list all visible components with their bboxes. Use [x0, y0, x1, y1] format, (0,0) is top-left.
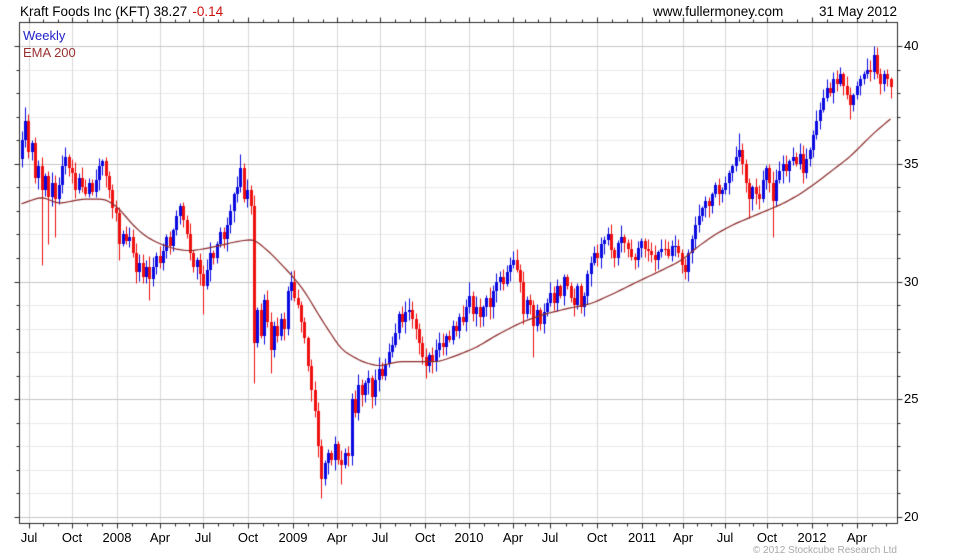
x-tick-label: 2012: [797, 530, 827, 545]
x-tick-label: Oct: [414, 530, 436, 545]
chart-page: Kraft Foods Inc (KFT) 38.27 -0.14 www.ful…: [0, 0, 980, 560]
x-tick-label: Oct: [756, 530, 778, 545]
x-tick-label: 2010: [454, 530, 484, 545]
x-tick-label: 2009: [278, 530, 308, 545]
x-tick-label: Apr: [672, 530, 694, 545]
x-tick-label: Jul: [371, 530, 389, 545]
x-tick-label: Apr: [326, 530, 348, 545]
legend-weekly-label: Weekly: [23, 28, 66, 43]
price-change: -0.14: [192, 4, 224, 19]
y-tick-label: 20: [904, 509, 919, 524]
price-chart-canvas: [0, 0, 980, 560]
x-tick-label: Apr: [846, 530, 868, 545]
x-tick-label: Oct: [61, 530, 83, 545]
x-tick-label: Apr: [149, 530, 171, 545]
y-tick-label: 30: [904, 274, 919, 289]
report-date: 31 May 2012: [818, 4, 897, 19]
x-tick-label: Jul: [194, 530, 212, 545]
x-tick-label: Apr: [502, 530, 524, 545]
x-tick-label: Oct: [237, 530, 259, 545]
copyright-text: © 2012 Stockcube Research Ltd: [752, 545, 897, 556]
x-tick-label: Jul: [20, 530, 38, 545]
page-title: Kraft Foods Inc (KFT) 38.27 -0.14: [20, 4, 223, 19]
y-tick-label: 25: [904, 391, 919, 406]
website-link[interactable]: www.fullermoney.com: [653, 4, 783, 19]
y-tick-label: 40: [904, 38, 919, 53]
legend-ema-label: EMA 200: [23, 45, 76, 60]
x-tick-label: 2011: [628, 530, 656, 545]
x-tick-label: Jul: [716, 530, 734, 545]
instrument-title: Kraft Foods Inc (KFT) 38.27: [20, 4, 188, 19]
y-tick-label: 35: [904, 156, 919, 171]
x-tick-label: Jul: [541, 530, 559, 545]
x-tick-label: 2008: [102, 530, 132, 545]
x-tick-label: Oct: [586, 530, 608, 545]
